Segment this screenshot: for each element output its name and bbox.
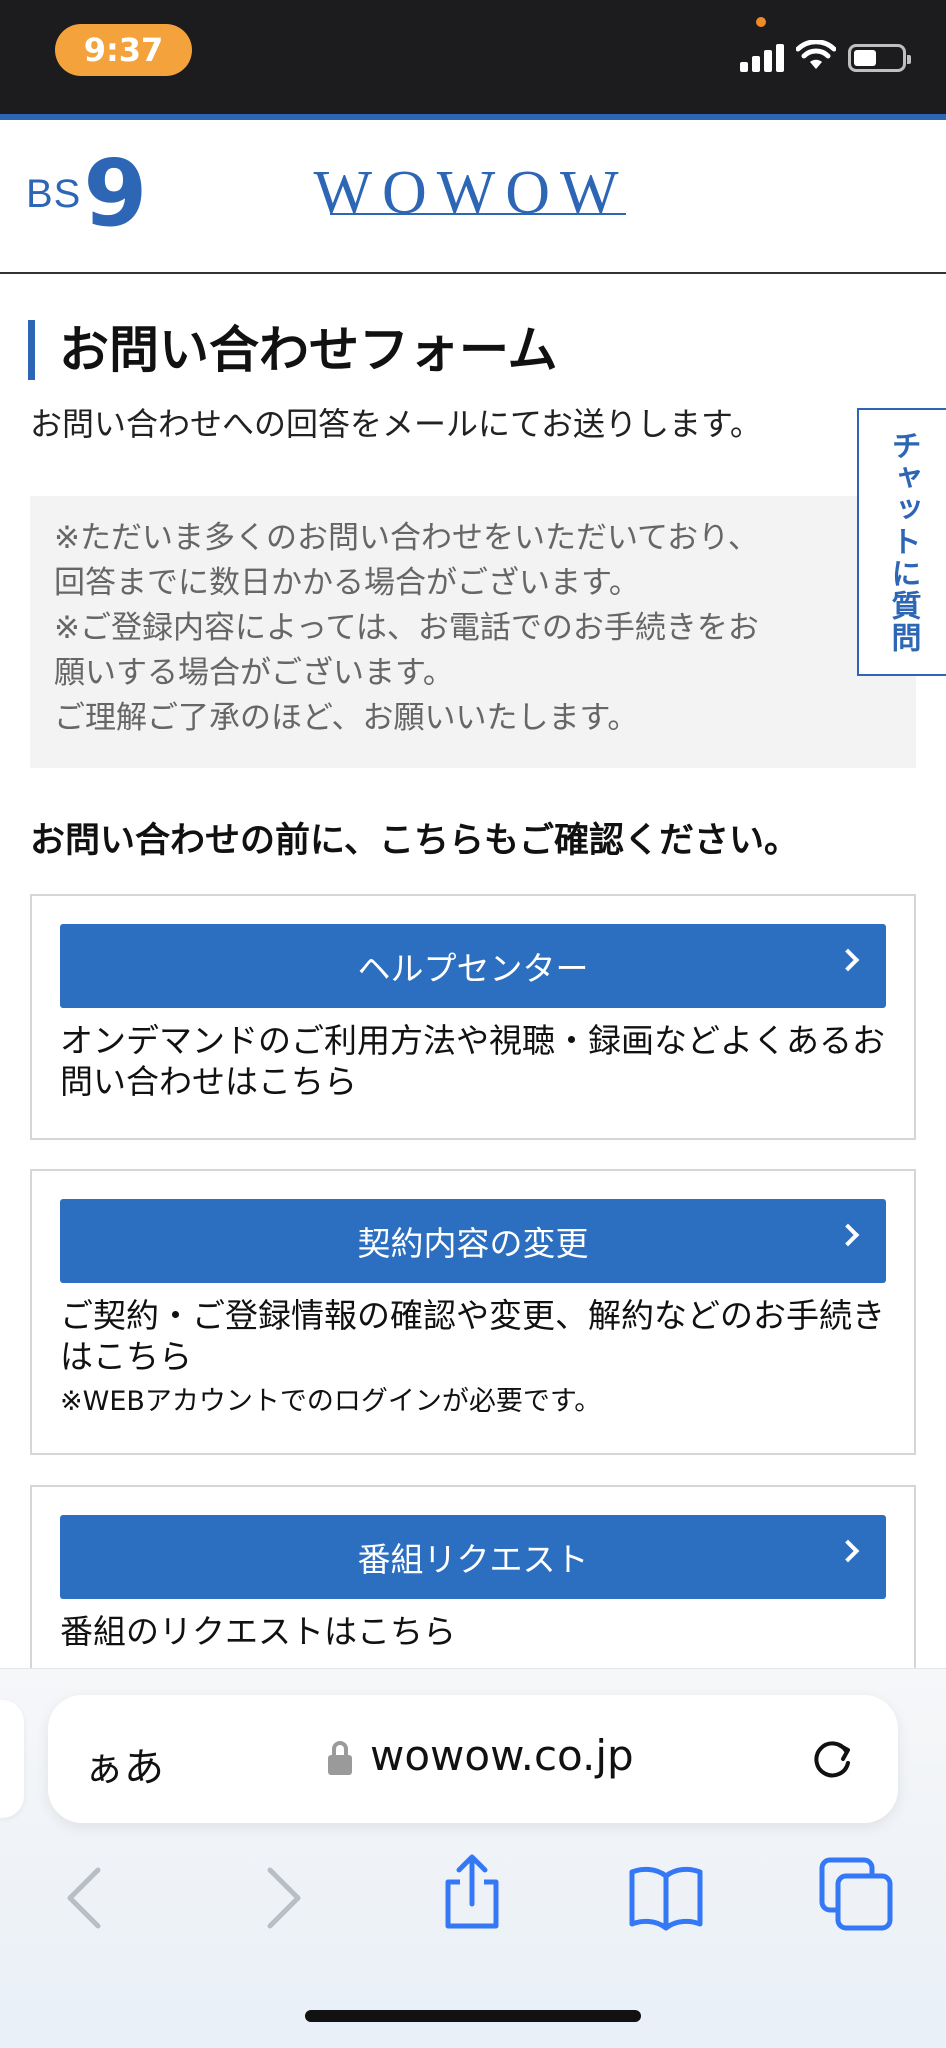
chat-question-tab-label: チャットに質問: [885, 430, 921, 654]
site-header: BS 9 WOWOW: [0, 114, 946, 274]
confirm-heading: お問い合わせの前に、こちらもご確認ください。: [30, 821, 799, 861]
status-time: 9:37: [55, 24, 192, 76]
share-icon[interactable]: [432, 1852, 512, 1932]
help-center-button[interactable]: ヘルプセンター: [60, 924, 886, 1008]
previous-tab-preview[interactable]: [0, 1700, 24, 1818]
contract-change-button[interactable]: 契約内容の変更: [60, 1199, 886, 1283]
chevron-right-icon: [836, 1223, 860, 1247]
contract-change-button-label: 契約内容の変更: [357, 1224, 589, 1263]
page-subtitle: お問い合わせへの回答をメールにてお送りします。: [30, 405, 762, 443]
notice-line: 願いする場合がございます。: [54, 655, 454, 691]
bs9-logo-text: BS: [26, 171, 82, 216]
privacy-indicator-dot: [756, 17, 766, 27]
notice-line: ※ただいま多くのお問い合わせをいただいており、: [54, 520, 759, 556]
reload-icon[interactable]: [806, 1733, 858, 1785]
chevron-right-icon: [836, 948, 860, 972]
contract-change-card: 契約内容の変更 ご契約・ご登録情報の確認や変更、解約などのお手続きはこちら ※W…: [30, 1169, 916, 1455]
bookmarks-icon[interactable]: [626, 1858, 706, 1938]
status-bar: 9:37: [0, 0, 946, 114]
address-bar[interactable]: ぁあ wowow.co.jp: [48, 1695, 898, 1823]
page-title: お問い合わせフォーム: [28, 320, 558, 380]
bs9-logo[interactable]: BS 9: [26, 148, 147, 240]
contract-change-note: ※WEBアカウントでのログインが必要です。: [60, 1386, 602, 1417]
battery-icon: [848, 44, 911, 72]
bs9-logo-number: 9: [83, 140, 148, 247]
cellular-signal-icon: [740, 42, 784, 72]
lock-icon: [328, 1741, 352, 1775]
address-domain[interactable]: wowow.co.jp: [370, 1731, 634, 1780]
wowow-logo[interactable]: WOWOW: [306, 158, 636, 229]
help-center-button-label: ヘルプセンター: [357, 949, 589, 988]
wowow-logo-underline: [330, 213, 626, 215]
help-center-card: ヘルプセンター オンデマンドのご利用方法や視聴・録画などよくあるお問い合わせはこ…: [30, 894, 916, 1140]
program-request-description: 番組のリクエストはこちら: [60, 1612, 456, 1651]
notice-line: ※ご登録内容によっては、お電話でのお手続きをお: [54, 610, 759, 646]
tabs-icon[interactable]: [816, 1854, 896, 1934]
notice-line: 回答までに数日かかる場合がございます。: [54, 565, 640, 601]
contract-change-description: ご契約・ご登録情報の確認や変更、解約などのお手続きはこちら: [60, 1296, 885, 1376]
notice-box: ※ただいま多くのお問い合わせをいただいており、 回答までに数日かかる場合がござい…: [30, 496, 916, 768]
program-request-button[interactable]: 番組リクエスト: [60, 1515, 886, 1599]
chevron-right-icon: [836, 1539, 860, 1563]
notice-line: ご理解ご了承のほど、お願いいたします。: [54, 700, 639, 736]
wifi-icon: [796, 40, 836, 69]
program-request-button-label: 番組リクエスト: [357, 1540, 589, 1579]
forward-icon[interactable]: [242, 1858, 322, 1938]
back-icon[interactable]: [46, 1858, 126, 1938]
help-center-description: オンデマンドのご利用方法や視聴・録画などよくあるお問い合わせはこちら: [60, 1021, 885, 1101]
home-indicator: [305, 2010, 641, 2022]
chat-question-tab[interactable]: チャットに質問: [857, 408, 946, 676]
page-settings-button[interactable]: ぁあ: [84, 1735, 164, 1793]
